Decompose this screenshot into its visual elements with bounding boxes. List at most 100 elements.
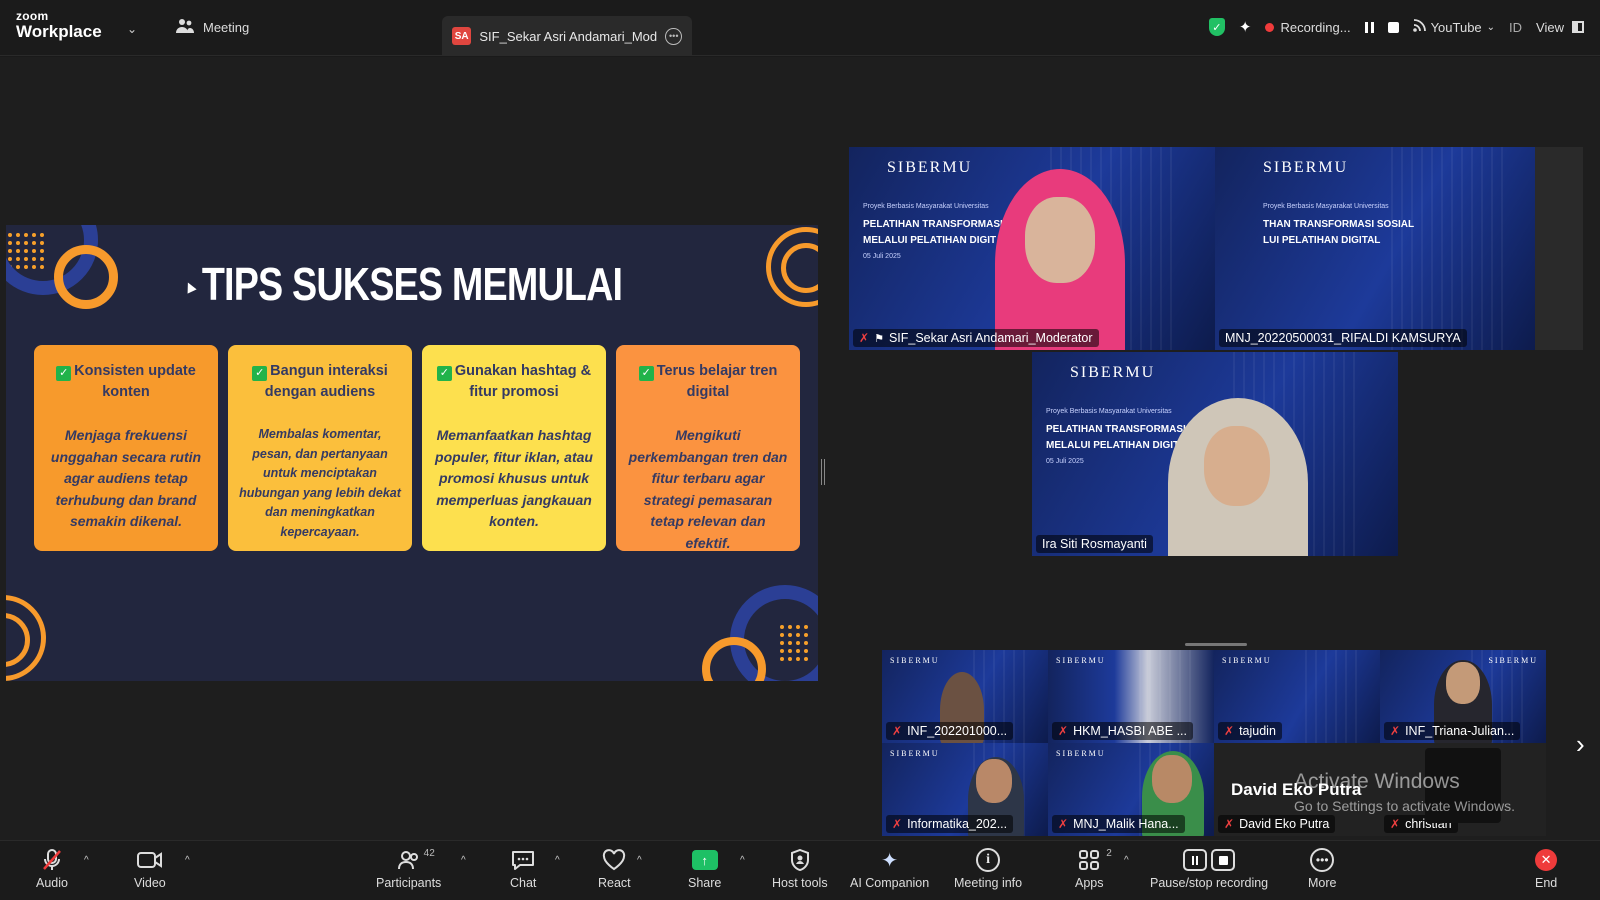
zoom-logo[interactable]: zoom Workplace (16, 10, 102, 40)
video-camera-icon (136, 847, 163, 873)
recording-label: Recording... (1280, 19, 1351, 35)
audio-button[interactable]: Audio (36, 847, 68, 890)
participant-nameplate: ✗ HKM_HASBI ABE ... (1052, 722, 1193, 740)
participant-name: INF_Triana-Julian... (1405, 724, 1515, 738)
meeting-window-tab[interactable]: SA SIF_Sekar Asri Andamari_Moderat ••• (442, 16, 692, 56)
tip-card: ✓ Terus belajar tren digital Mengikuti pe… (616, 345, 800, 551)
ai-sparkle-icon[interactable]: ✦ (1239, 18, 1252, 36)
video-tile-participant[interactable]: SIBERMU Proyek Berbasis Masyarakat Unive… (1215, 147, 1583, 350)
participant-name: tajudin (1239, 724, 1276, 738)
video-button[interactable]: Video (134, 847, 166, 890)
audio-options-caret-icon[interactable]: ^ (84, 855, 89, 866)
end-meeting-button[interactable]: ✕ End (1535, 847, 1557, 890)
view-label: View (1536, 19, 1564, 35)
encryption-shield-icon[interactable]: ✓ (1208, 18, 1225, 36)
backdrop-logo: SIBERMU (1222, 656, 1272, 665)
chevron-right-icon[interactable]: › (1576, 729, 1585, 760)
more-label: More (1308, 876, 1337, 890)
pause-stop-recording-icon (1183, 847, 1236, 873)
people-icon (176, 18, 194, 37)
participant-name: MNJ_20220500031_RIFALDI KAMSURYA (1225, 331, 1461, 345)
chevron-down-icon[interactable]: ⌄ (127, 22, 137, 36)
meeting-tab-button[interactable]: Meeting (176, 18, 249, 37)
backdrop-heading: PELATIHAN TRANSFORMASI (1046, 424, 1186, 435)
apps-button[interactable]: 2 Apps (1075, 847, 1112, 890)
meeting-info-label: Meeting info (954, 876, 1023, 890)
pause-recording-icon[interactable] (1364, 21, 1374, 33)
muted-mic-icon: ✗ (892, 724, 903, 738)
shared-screen-slide[interactable]: TIPS SUKSES MEMULAI ✓ Konsisten update ko… (6, 225, 818, 681)
apps-label: Apps (1075, 876, 1104, 890)
video-tile-thumbnail[interactable]: SIBERMU ✗ INF_202201000... (882, 650, 1048, 743)
video-label: Video (134, 876, 166, 890)
stop-recording-icon[interactable] (1387, 21, 1399, 33)
video-tile-thumbnail[interactable]: SIBERMU ✗ HKM_HASBI ABE ... (1048, 650, 1214, 743)
meeting-info-button[interactable]: i Meeting info (954, 847, 1022, 890)
tip-body: Menjaga frekuensi unggahan secara rutin … (50, 427, 202, 529)
checkbox-icon: ✓ (252, 366, 268, 381)
participants-button[interactable]: 42 Participants (376, 847, 441, 890)
backdrop-heading: PELATIHAN TRANSFORMASI (863, 219, 1003, 230)
video-tile-thumbnail[interactable]: SIBERMU ✗ MNJ_Malik Hana... (1048, 743, 1214, 836)
video-tile-moderator[interactable]: SIBERMU Proyek Berbasis Masyarakat Unive… (849, 147, 1215, 350)
backdrop-logo: SIBERMU (1070, 364, 1156, 381)
view-layout-icon (1572, 21, 1584, 33)
participants-options-caret-icon[interactable]: ^ (461, 855, 466, 866)
more-icon: ••• (1310, 848, 1335, 872)
participant-face (1152, 755, 1192, 803)
participant-name: David Eko Putra (1239, 817, 1330, 831)
youtube-label: YouTube (1430, 19, 1482, 35)
recording-indicator[interactable]: Recording... (1265, 19, 1351, 35)
share-label: Share (688, 876, 722, 890)
apps-options-caret-icon[interactable]: ^ (1124, 855, 1129, 866)
video-tile-thumbnail[interactable]: SIBERMU ✗ Informatika_202... (882, 743, 1048, 836)
share-options-caret-icon[interactable]: ^ (740, 855, 745, 866)
pause-stop-recording-button[interactable]: Pause/stop recording (1150, 847, 1268, 890)
participants-label: Participants (376, 876, 442, 890)
livestream-youtube-button[interactable]: YouTube ⌄ (1412, 19, 1495, 35)
gallery-strip-handle[interactable] (1185, 643, 1247, 646)
more-options-icon[interactable]: ••• (665, 27, 682, 45)
meeting-stage: TIPS SUKSES MEMULAI ✓ Konsisten update ko… (0, 57, 1600, 840)
share-screen-icon: ↑ (691, 850, 718, 870)
chat-options-caret-icon[interactable]: ^ (555, 855, 560, 866)
info-icon: i (976, 848, 1001, 872)
chat-button[interactable]: Chat (510, 847, 536, 890)
backdrop-logo: SIBERMU (1056, 656, 1106, 665)
host-avatar-badge: SA (452, 27, 472, 45)
ai-companion-button[interactable]: ✦ AI Companion (850, 847, 929, 891)
video-tile-active-speaker[interactable]: SIBERMU Proyek Berbasis Masyarakat Unive… (1032, 352, 1398, 556)
tip-heading-text: Bangun interaksi dengan audiens (264, 363, 388, 400)
muted-mic-icon (41, 847, 63, 873)
muted-mic-icon: ✗ (1058, 817, 1069, 831)
video-tile-thumbnail[interactable]: SIBERMU ✗ INF_Triana-Julian... (1380, 650, 1546, 743)
muted-mic-icon: ✗ (1390, 724, 1401, 738)
react-options-caret-icon[interactable]: ^ (637, 855, 642, 866)
participant-nameplate: ✗ Informatika_202... (886, 815, 1014, 833)
split-view-handle[interactable] (821, 459, 825, 485)
tip-card: ✓ Konsisten update konten Menjaga frekuen… (34, 345, 218, 551)
participant-nameplate: ✗ MNJ_Malik Hana... (1052, 815, 1185, 833)
language-indicator[interactable]: ID (1509, 20, 1522, 35)
pin-icon: ⚑ (874, 332, 884, 345)
view-button[interactable]: View (1536, 20, 1584, 35)
react-button[interactable]: React (598, 847, 631, 890)
end-call-icon: ✕ (1535, 849, 1558, 871)
share-screen-button[interactable]: ↑ Share (688, 847, 721, 890)
more-button[interactable]: ••• More (1308, 847, 1336, 890)
video-options-caret-icon[interactable]: ^ (185, 855, 190, 866)
participant-nameplate: Ira Siti Rosmayanti (1036, 535, 1153, 553)
participant-name: SIF_Sekar Asri Andamari_Moderator (888, 331, 1093, 345)
backdrop-logo: SIBERMU (890, 749, 940, 758)
backdrop-subtitle: Proyek Berbasis Masyarakat Universitas (863, 203, 989, 210)
backdrop-logo: SIBERMU (890, 656, 940, 665)
participant-face (976, 759, 1012, 803)
muted-mic-icon: ✗ (892, 817, 903, 831)
react-label: React (598, 876, 631, 890)
video-tile-thumbnail[interactable]: SIBERMU ✗ tajudin (1214, 650, 1380, 743)
tip-card: ✓ Bangun interaksi dengan audiens Membala… (228, 345, 412, 551)
ai-sparkle-icon: ✦ (881, 849, 898, 872)
host-tools-button[interactable]: Host tools (772, 847, 828, 890)
heart-icon (602, 847, 626, 873)
meeting-toolbar: Audio ^ Video ^ 42 Participants ^ Chat ^… (0, 840, 1600, 900)
